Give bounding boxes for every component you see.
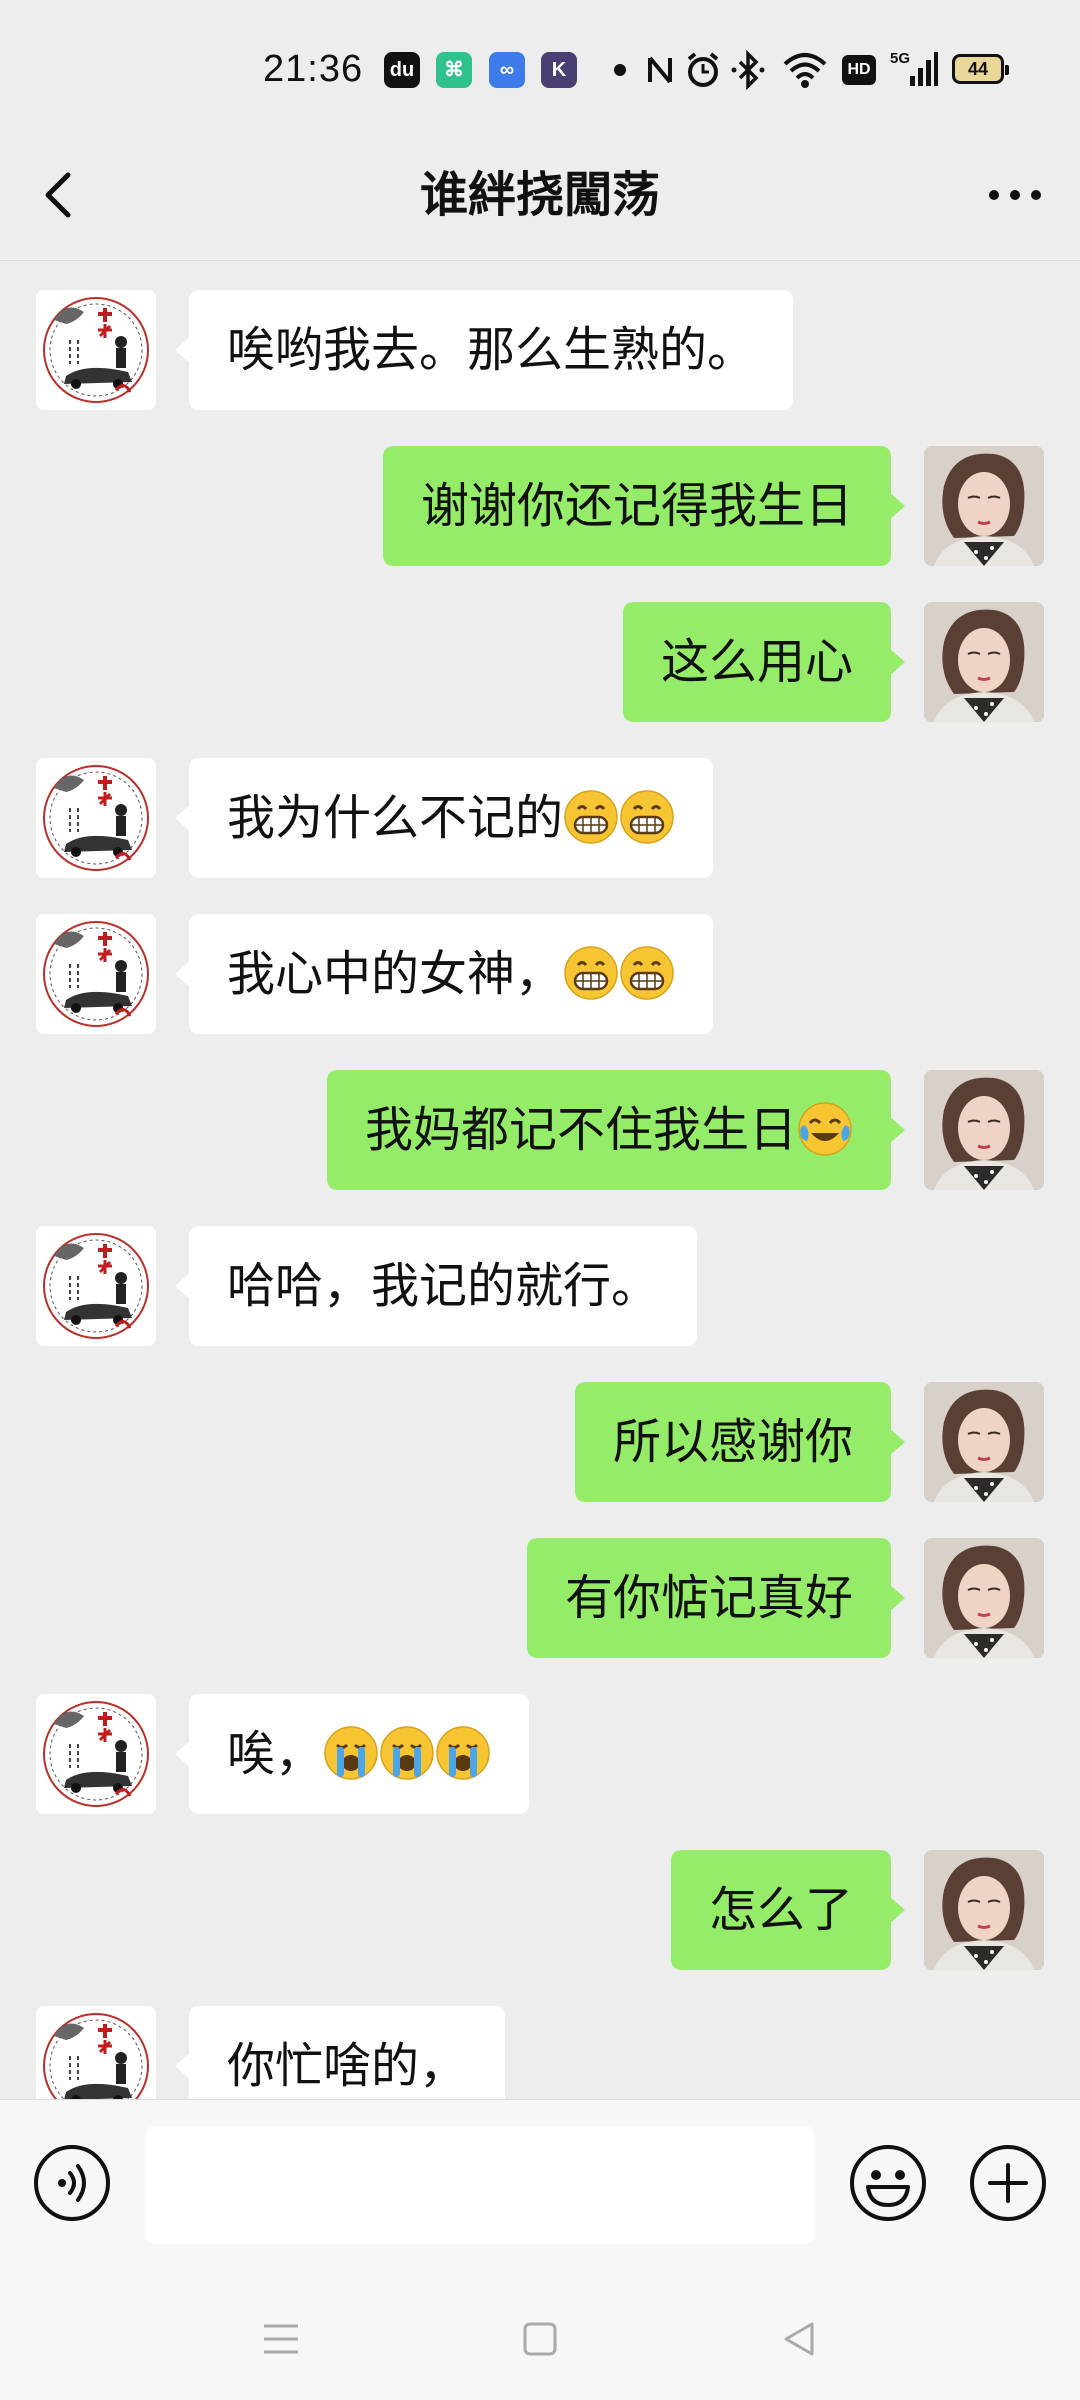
received-message-bubble[interactable]: 我为什么不记的 bbox=[174, 758, 714, 878]
emoji-smile-icon[interactable] bbox=[848, 2143, 928, 2223]
contact-avatar-image bbox=[36, 914, 156, 1034]
my-avatar-image bbox=[924, 1382, 1044, 1502]
message-text: 你忙啥的， bbox=[227, 2038, 468, 2094]
contact-avatar[interactable] bbox=[36, 290, 156, 410]
chat-header: 谁絆挠闖荡 bbox=[0, 130, 1080, 261]
voice-input-icon[interactable] bbox=[32, 2143, 112, 2223]
received-message-row: 我心中的女神， bbox=[0, 914, 1080, 1034]
k-app-icon: K bbox=[541, 52, 577, 88]
sent-message-bubble[interactable]: 有你惦记真好 bbox=[526, 1538, 906, 1658]
contact-avatar[interactable] bbox=[36, 1226, 156, 1346]
message-list[interactable]: 唉哟我去。那么生熟的。谢谢你还记得我生日这么用心我为什么不记的 我心中的女神， 我妈… bbox=[0, 261, 1080, 2099]
menu-lines-icon[interactable] bbox=[256, 2314, 306, 2364]
received-message-bubble[interactable]: 我心中的女神， bbox=[174, 914, 714, 1034]
hd-badge: HD bbox=[842, 55, 876, 85]
sent-message-bubble[interactable]: 谢谢你还记得我生日 bbox=[382, 446, 906, 566]
wifi-icon bbox=[783, 53, 827, 88]
my-avatar[interactable] bbox=[924, 1382, 1044, 1502]
received-message-bubble[interactable]: 你忙啥的， bbox=[174, 2006, 506, 2099]
received-message-row: 你忙啥的， bbox=[0, 2006, 1080, 2099]
network-label: 5G bbox=[890, 50, 911, 67]
my-avatar-image bbox=[924, 1070, 1044, 1190]
contact-avatar[interactable] bbox=[36, 758, 156, 878]
sent-message-bubble[interactable]: 这么用心 bbox=[622, 602, 906, 722]
loud-cry-emoji-icon bbox=[380, 1726, 434, 1780]
sent-message-row: 谢谢你还记得我生日 bbox=[0, 446, 1080, 566]
sent-message-bubble[interactable]: 我妈都记不住我生日 bbox=[326, 1070, 906, 1190]
sent-message-row: 有你惦记真好 bbox=[0, 1538, 1080, 1658]
my-avatar[interactable] bbox=[924, 1850, 1044, 1970]
system-navigation-bar bbox=[0, 2270, 1080, 2400]
tears-of-joy-emoji-icon bbox=[798, 1102, 852, 1156]
message-text: 唉， bbox=[227, 1726, 324, 1782]
my-avatar[interactable] bbox=[924, 602, 1044, 722]
dewu-app-icon: du bbox=[384, 52, 420, 88]
alarm-icon bbox=[687, 52, 719, 87]
sent-message-row: 怎么了 bbox=[0, 1850, 1080, 1970]
contact-avatar[interactable] bbox=[36, 1694, 156, 1814]
plus-circle-icon[interactable] bbox=[968, 2143, 1048, 2223]
message-input[interactable] bbox=[145, 2126, 815, 2244]
message-text: 谢谢你还记得我生日 bbox=[420, 478, 853, 534]
sent-message-row: 这么用心 bbox=[0, 602, 1080, 722]
status-bar: 21:36 du ⌘ ∞ K HD 5G 44 bbox=[0, 0, 1080, 130]
message-text: 我心中的女神， bbox=[227, 946, 564, 1002]
received-message-row: 我为什么不记的 bbox=[0, 758, 1080, 878]
received-message-row: 唉， bbox=[0, 1694, 1080, 1814]
nfc-icon bbox=[648, 56, 672, 84]
my-avatar[interactable] bbox=[924, 446, 1044, 566]
contact-avatar-image bbox=[36, 2006, 156, 2099]
message-text: 怎么了 bbox=[708, 1882, 853, 1938]
contact-avatar-image bbox=[36, 1226, 156, 1346]
message-text: 哈哈，我记的就行。 bbox=[227, 1258, 660, 1314]
my-avatar-image bbox=[924, 1538, 1044, 1658]
my-avatar-image bbox=[924, 602, 1044, 722]
back-triangle-icon[interactable] bbox=[774, 2314, 824, 2364]
my-avatar-image bbox=[924, 446, 1044, 566]
my-avatar[interactable] bbox=[924, 1070, 1044, 1190]
received-message-bubble[interactable]: 哈哈，我记的就行。 bbox=[174, 1226, 698, 1346]
sent-message-bubble[interactable]: 所以感谢你 bbox=[574, 1382, 906, 1502]
sent-message-bubble[interactable]: 怎么了 bbox=[670, 1850, 906, 1970]
my-avatar-image bbox=[924, 1850, 1044, 1970]
contact-avatar[interactable] bbox=[36, 914, 156, 1034]
received-message-bubble[interactable]: 唉， bbox=[174, 1694, 530, 1814]
grin-emoji-icon bbox=[564, 946, 618, 1000]
home-square-icon[interactable] bbox=[515, 2314, 565, 2364]
grin-emoji-icon bbox=[620, 946, 674, 1000]
message-text: 有你惦记真好 bbox=[564, 1570, 853, 1626]
message-text: 所以感谢你 bbox=[612, 1414, 853, 1470]
received-message-bubble[interactable]: 唉哟我去。那么生熟的。 bbox=[174, 290, 794, 410]
received-message-row: 哈哈，我记的就行。 bbox=[0, 1226, 1080, 1346]
notification-dot-icon bbox=[614, 64, 626, 76]
bluetooth-icon bbox=[731, 50, 765, 90]
message-text: 这么用心 bbox=[660, 634, 853, 690]
battery-icon: 44 bbox=[952, 54, 1009, 84]
contact-avatar-image bbox=[36, 758, 156, 878]
contact-avatar-image bbox=[36, 290, 156, 410]
status-time: 21:36 bbox=[263, 48, 364, 90]
infinity-app-icon: ∞ bbox=[489, 52, 525, 88]
more-dots-icon[interactable] bbox=[980, 160, 1050, 230]
contact-avatar[interactable] bbox=[36, 2006, 156, 2099]
sent-message-row: 我妈都记不住我生日 bbox=[0, 1070, 1080, 1190]
loud-cry-emoji-icon bbox=[324, 1726, 378, 1780]
chat-title: 谁絆挠闖荡 bbox=[419, 167, 660, 223]
message-text: 我妈都记不住我生日 bbox=[364, 1102, 797, 1158]
loud-cry-emoji-icon bbox=[436, 1726, 490, 1780]
green-app-icon: ⌘ bbox=[436, 52, 472, 88]
message-text: 我为什么不记的 bbox=[227, 790, 564, 846]
grin-emoji-icon bbox=[620, 790, 674, 844]
grin-emoji-icon bbox=[564, 790, 618, 844]
received-message-row: 唉哟我去。那么生熟的。 bbox=[0, 290, 1080, 410]
sent-message-row: 所以感谢你 bbox=[0, 1382, 1080, 1502]
contact-avatar-image bbox=[36, 1694, 156, 1814]
input-bar bbox=[0, 2099, 1080, 2270]
message-text: 唉哟我去。那么生熟的。 bbox=[227, 322, 756, 378]
my-avatar[interactable] bbox=[924, 1538, 1044, 1658]
